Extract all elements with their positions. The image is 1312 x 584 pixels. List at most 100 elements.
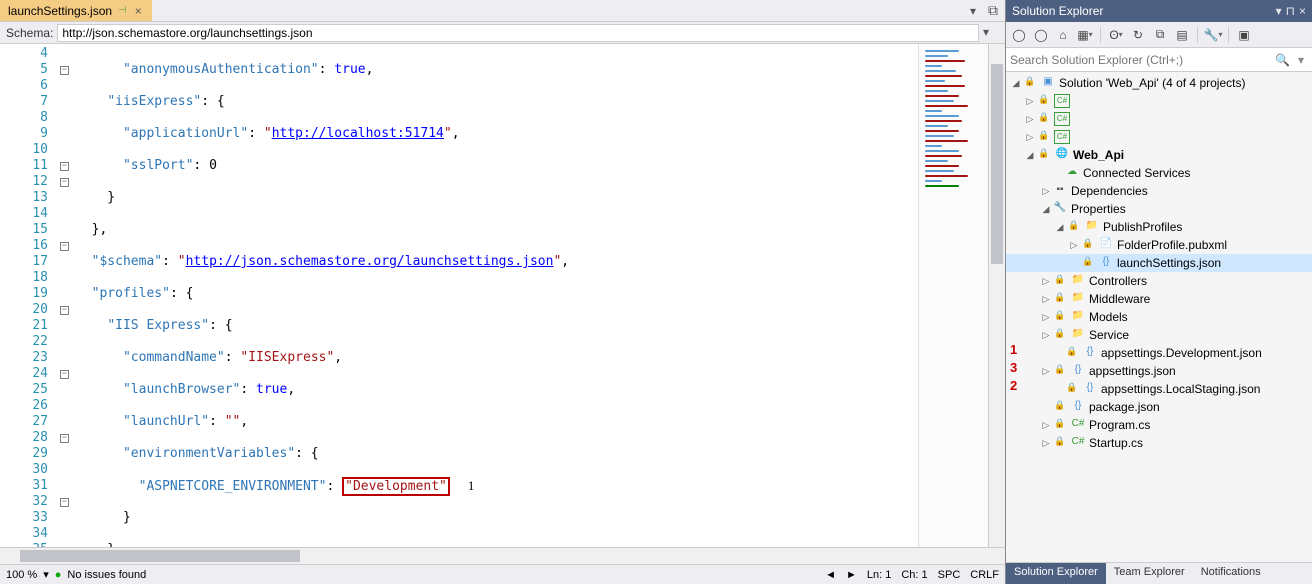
fold-toggle[interactable]: − [60,162,69,171]
json-file-icon: {} [1070,364,1086,378]
expand-icon[interactable] [1024,114,1036,125]
expand-icon[interactable] [1040,438,1052,449]
expand-icon[interactable] [1040,276,1052,287]
solution-explorer-title-bar[interactable]: Solution Explorer ▾ ⊓ × [1006,0,1312,22]
solution-tree[interactable]: 🔒 ▣ Solution 'Web_Api' (4 of 4 projects)… [1006,72,1312,562]
tree-appsettings-dev[interactable]: 🔒 {} appsettings.Development.json [1006,344,1312,362]
expand-icon[interactable] [1040,204,1052,215]
lock-icon: 🔒 [1052,274,1068,288]
vertical-scrollbar[interactable] [988,44,1005,547]
home-icon[interactable]: ⌂ [1054,26,1072,44]
expand-icon[interactable] [1024,96,1036,107]
tree-properties[interactable]: 🔧 Properties [1006,200,1312,218]
expand-icon[interactable] [1068,240,1080,251]
tree-publish-profiles[interactable]: 🔒 📁 PublishProfiles [1006,218,1312,236]
tree-project-collapsed[interactable]: 🔒 C# [1006,92,1312,110]
expand-icon[interactable] [1040,330,1052,341]
expand-icon[interactable] [1024,132,1036,143]
status-spc[interactable]: SPC [938,569,961,581]
tree-project-collapsed[interactable]: 🔒 C# [1006,110,1312,128]
tree-label: appsettings.LocalStaging.json [1101,382,1260,396]
horizontal-scrollbar[interactable] [0,547,1005,564]
solution-search-input[interactable] [1010,53,1271,67]
folder-icon: 📁 [1070,274,1086,288]
split-editor-icon[interactable]: ⧉ [985,3,1001,19]
status-ln[interactable]: Ln: 1 [867,569,891,581]
tree-models[interactable]: 🔒 📁 Models [1006,308,1312,326]
tree-dependencies[interactable]: ▪▪ Dependencies [1006,182,1312,200]
fold-toggle[interactable]: − [60,66,69,75]
tree-appsettings-localstaging[interactable]: 🔒 {} appsettings.LocalStaging.json [1006,380,1312,398]
tree-service[interactable]: 🔒 📁 Service [1006,326,1312,344]
nav-next-icon[interactable]: ► [846,569,857,581]
tree-project-webapi[interactable]: 🔒 🌐 Web_Api [1006,146,1312,164]
expand-icon[interactable] [1040,312,1052,323]
tree-middleware[interactable]: 🔒 📁 Middleware [1006,290,1312,308]
tree-connected-services[interactable]: ☁ Connected Services [1006,164,1312,182]
expand-icon[interactable] [1054,222,1066,233]
schema-bar: Schema: ▾ [0,22,1005,44]
zoom-level[interactable]: 100 % [6,569,37,581]
code-editor[interactable]: "anonymousAuthentication": true, "iisExp… [76,44,918,547]
status-ch[interactable]: Ch: 1 [901,569,927,581]
tree-project-collapsed[interactable]: 🔒 C# [1006,128,1312,146]
panel-menu-icon[interactable]: ▾ [1276,4,1282,18]
tree-package-json[interactable]: 🔒 {} package.json [1006,398,1312,416]
expand-icon[interactable] [1010,78,1022,89]
tab-solution-explorer[interactable]: Solution Explorer [1006,563,1106,584]
search-dropdown-icon[interactable]: ▾ [1294,53,1308,67]
tree-controllers[interactable]: 🔒 📁 Controllers [1006,272,1312,290]
lock-icon: 🔒 [1036,94,1052,108]
fold-toggle[interactable]: − [60,434,69,443]
tree-appsettings[interactable]: 🔒 {} appsettings.json [1006,362,1312,380]
fold-toggle[interactable]: − [60,242,69,251]
fold-toggle[interactable]: − [60,178,69,187]
expand-icon[interactable] [1040,420,1052,431]
show-all-files-icon[interactable]: ▤ [1173,26,1191,44]
file-tab-active[interactable]: launchSettings.json ⊣ × [0,0,152,21]
back-icon[interactable]: ◯ [1010,26,1028,44]
fold-toggle[interactable]: − [60,306,69,315]
collapse-all-icon[interactable]: ⧉ [1151,26,1169,44]
sync-icon[interactable]: ↻ [1129,26,1147,44]
pin-icon[interactable]: ⊓ [1286,4,1295,18]
code-minimap[interactable] [918,44,988,547]
pending-changes-icon[interactable]: ʘ [1107,26,1125,44]
switch-views-icon[interactable]: ▦ [1076,26,1094,44]
forward-icon[interactable]: ◯ [1032,26,1050,44]
tree-label: Solution 'Web_Api' (4 of 4 projects) [1059,76,1245,90]
pin-icon[interactable]: ⊣ [118,5,127,16]
tab-dropdown-icon[interactable]: ▾ [965,3,981,19]
tree-solution-root[interactable]: 🔒 ▣ Solution 'Web_Api' (4 of 4 projects) [1006,74,1312,92]
tree-launchsettings[interactable]: 🔒 {} launchSettings.json [1006,254,1312,272]
tree-startup-cs[interactable]: 🔒 C# Startup.cs [1006,434,1312,452]
expand-icon[interactable] [1024,150,1036,161]
close-icon[interactable]: × [133,4,144,18]
gear-icon[interactable]: ▾ [983,25,999,41]
annotation-3: 3 [1010,360,1017,375]
tree-program-cs[interactable]: 🔒 C# Program.cs [1006,416,1312,434]
line-gutter: 4567891011121314151617181920212223242526… [0,44,60,547]
lock-icon: 🔒 [1052,418,1068,432]
expand-icon[interactable] [1040,366,1052,377]
tab-notifications[interactable]: Notifications [1193,563,1269,584]
tab-team-explorer[interactable]: Team Explorer [1106,563,1193,584]
zoom-dropdown-icon[interactable]: ▾ [43,568,49,581]
tree-label: Models [1089,310,1128,324]
expand-icon[interactable] [1040,186,1052,197]
tree-folderprofile[interactable]: 🔒 📄 FolderProfile.pubxml [1006,236,1312,254]
schema-url-input[interactable] [57,24,979,42]
fold-toggle[interactable]: − [60,498,69,507]
properties-icon[interactable]: 🔧 [1204,26,1222,44]
close-icon[interactable]: × [1299,4,1306,18]
folder-icon: 📁 [1070,328,1086,342]
status-crlf[interactable]: CRLF [970,569,999,581]
preview-icon[interactable]: ▣ [1235,26,1253,44]
search-icon[interactable]: 🔍 [1271,53,1294,67]
schema-label: Schema: [6,26,53,40]
nav-prev-icon[interactable]: ◄ [825,569,836,581]
expand-icon[interactable] [1040,294,1052,305]
solution-search-box[interactable]: 🔍 ▾ [1006,48,1312,72]
panel-title: Solution Explorer [1012,4,1103,18]
fold-toggle[interactable]: − [60,370,69,379]
